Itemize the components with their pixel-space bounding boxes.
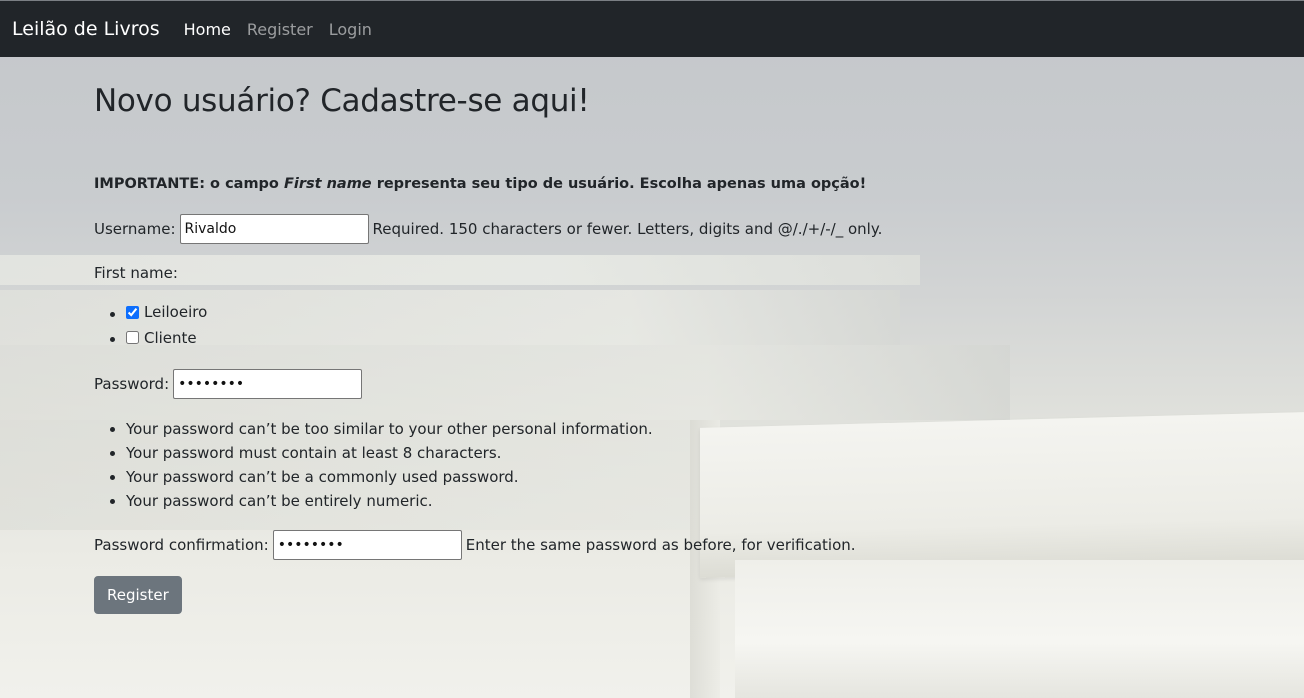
- option-leiloeiro-label: Leiloeiro: [144, 303, 208, 321]
- top-navbar: Leilão de Livros Home Register Login: [0, 0, 1304, 57]
- password-confirmation-row: Password confirmation: Enter the same pa…: [94, 530, 1094, 560]
- password-confirmation-helptext: Enter the same password as before, for v…: [465, 536, 856, 554]
- list-item: Your password can’t be too similar to yo…: [126, 417, 1094, 441]
- password-confirmation-input[interactable]: [272, 530, 462, 560]
- username-helptext: Required. 150 characters or fewer. Lette…: [372, 220, 883, 238]
- important-notice-suffix: representa seu tipo de usuário. Escolha …: [371, 176, 867, 192]
- option-cliente[interactable]: Cliente: [126, 326, 197, 350]
- important-notice: IMPORTANTE: o campo First name represent…: [94, 176, 1094, 192]
- username-input[interactable]: [179, 214, 369, 244]
- nav-home-link[interactable]: Home: [184, 20, 231, 39]
- password-row: Password:: [94, 369, 1094, 399]
- important-notice-prefix: IMPORTANTE: o campo: [94, 176, 284, 192]
- list-item: Your password can’t be entirely numeric.: [126, 489, 1094, 513]
- list-item: Your password can’t be a commonly used p…: [126, 465, 1094, 489]
- first-name-label: First name:: [94, 264, 178, 282]
- list-item: Your password must contain at least 8 ch…: [126, 441, 1094, 465]
- password-help-list: Your password can’t be too similar to yo…: [94, 417, 1094, 513]
- password-input[interactable]: [173, 369, 363, 399]
- leiloeiro-checkbox[interactable]: [126, 305, 139, 319]
- option-cliente-label: Cliente: [144, 328, 197, 347]
- username-row: Username: Required. 150 characters or fe…: [94, 214, 1094, 244]
- list-item: Cliente: [126, 326, 1094, 352]
- navbar-brand[interactable]: Leilão de Livros: [12, 18, 160, 40]
- page-title: Novo usuário? Cadastre-se aqui!: [94, 83, 590, 119]
- cliente-checkbox[interactable]: [126, 331, 139, 344]
- nav-register-link[interactable]: Register: [247, 20, 313, 39]
- register-form: Username: Required. 150 characters or fe…: [94, 214, 1094, 614]
- list-item: Leiloeiro: [126, 300, 1094, 326]
- option-leiloeiro[interactable]: Leiloeiro: [126, 300, 207, 324]
- nav-login-link[interactable]: Login: [329, 20, 372, 39]
- main-content: Novo usuário? Cadastre-se aqui! IMPORTAN…: [94, 57, 1094, 614]
- important-notice-field: First name: [283, 176, 372, 192]
- password-confirmation-label: Password confirmation:: [94, 536, 269, 554]
- register-button[interactable]: Register: [94, 576, 182, 614]
- username-label: Username:: [94, 220, 176, 238]
- password-label: Password:: [94, 375, 170, 393]
- first-name-options: Leiloeiro Cliente: [94, 300, 1094, 351]
